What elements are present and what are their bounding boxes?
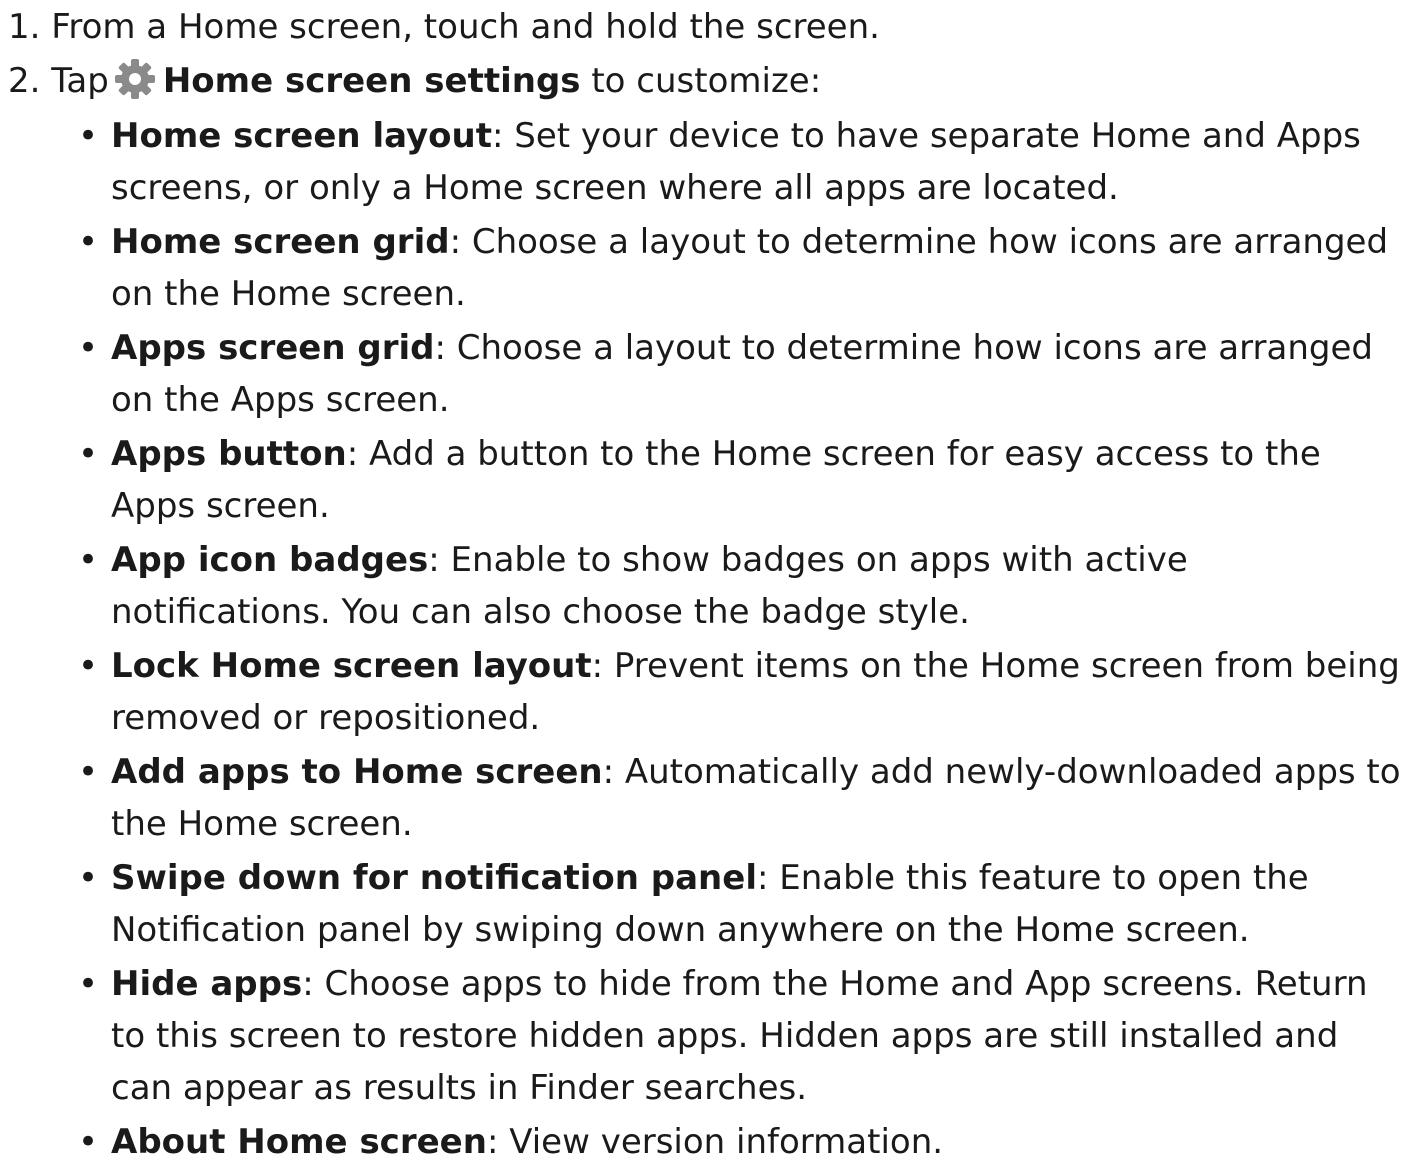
- step-prefix: Tap: [51, 61, 109, 101]
- option-name: Swipe down for notification panel: [111, 858, 757, 898]
- step-suffix: to customize:: [591, 61, 822, 101]
- option-name: Home screen layout: [111, 116, 492, 156]
- bullet: •: [78, 646, 99, 686]
- bullet: •: [78, 752, 99, 792]
- bullet: •: [78, 540, 99, 580]
- list-item: • Swipe down for notification panel: Enab…: [0, 852, 1403, 956]
- option-name: Apps screen grid: [111, 328, 435, 368]
- bullet: •: [78, 858, 99, 898]
- option-name: Apps button: [111, 434, 347, 474]
- option-description: : View version information.: [486, 1122, 944, 1162]
- bullet: •: [78, 964, 99, 1004]
- bullet: •: [78, 434, 99, 474]
- step-1: 1. From a Home screen, touch and hold th…: [8, 0, 880, 54]
- gear-icon: [113, 57, 157, 101]
- list-item: • Hide apps: Choose apps to hide from the…: [0, 958, 1403, 1114]
- step-number: 2.: [8, 61, 41, 101]
- option-name: Home screen grid: [111, 222, 450, 262]
- step-2: 2. Tap Home screen settings to customize:: [8, 54, 821, 108]
- option-name: Hide apps: [111, 964, 303, 1004]
- list-item: • About Home screen: View version informa…: [0, 1116, 1403, 1168]
- step-number: 1.: [8, 7, 41, 47]
- option-name: Lock Home screen layout: [111, 646, 592, 686]
- step-text: From a Home screen, touch and hold the s…: [51, 7, 880, 47]
- bullet: •: [78, 116, 99, 156]
- list-item: • Lock Home screen layout: Prevent items …: [0, 640, 1403, 744]
- settings-label: Home screen settings: [162, 61, 581, 101]
- bullet: •: [78, 222, 99, 262]
- list-item: • Add apps to Home screen: Automatically …: [0, 746, 1403, 850]
- list-item: • Home screen layout: Set your device to …: [0, 110, 1403, 214]
- bullet: •: [78, 1122, 99, 1162]
- bullet: •: [78, 328, 99, 368]
- option-name: About Home screen: [111, 1122, 487, 1162]
- list-item: • Home screen grid: Choose a layout to de…: [0, 216, 1403, 320]
- list-item: • Apps button: Add a button to the Home s…: [0, 428, 1403, 532]
- option-name: Add apps to Home screen: [111, 752, 603, 792]
- list-item: • App icon badges: Enable to show badges …: [0, 534, 1403, 638]
- options-list: • Home screen layout: Set your device to …: [0, 110, 1403, 1170]
- list-item: • Apps screen grid: Choose a layout to de…: [0, 322, 1403, 426]
- option-name: App icon badges: [111, 540, 429, 580]
